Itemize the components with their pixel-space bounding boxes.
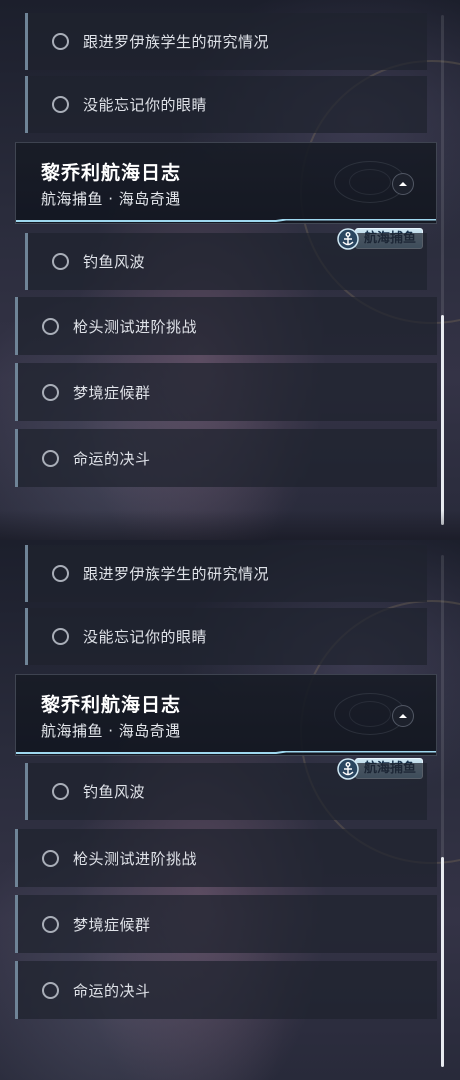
quest-label: 命运的决斗 [73, 981, 151, 1000]
topographic-decoration [349, 701, 391, 727]
chevron-up-icon[interactable] [392, 173, 414, 195]
radio-circle-icon [52, 96, 69, 113]
quest-item[interactable]: 命运的决斗 [15, 429, 437, 487]
radio-circle-icon [42, 449, 59, 467]
quest-item[interactable]: 没能忘记你的眼睛 [25, 608, 427, 665]
quest-panel-top: 跟进罗伊族学生的研究情况 没能忘记你的眼睛 黎乔利航海日志 航海捕鱼 · 海岛奇… [0, 0, 460, 540]
quest-label: 梦境症候群 [73, 915, 151, 934]
topographic-decoration [349, 169, 391, 195]
quest-label: 梦境症候群 [73, 383, 151, 402]
quest-label: 枪头测试进阶挑战 [73, 317, 198, 336]
quest-label: 钓鱼风波 [83, 253, 146, 271]
quest-panel-bottom: 跟进罗伊族学生的研究情况 没能忘记你的眼睛 黎乔利航海日志 航海捕鱼 · 海岛奇… [0, 540, 460, 1080]
anchor-icon [337, 227, 359, 250]
radio-circle-icon [42, 383, 59, 401]
radio-circle-icon [42, 849, 59, 867]
quest-item[interactable]: 跟进罗伊族学生的研究情况 [25, 545, 427, 602]
quest-group-title: 黎乔利航海日志 [41, 694, 182, 716]
anchor-icon [337, 757, 359, 780]
radio-circle-icon [52, 253, 69, 270]
quest-item[interactable]: 跟进罗伊族学生的研究情况 [25, 13, 427, 70]
radio-circle-icon [42, 915, 59, 933]
quest-item[interactable]: 钓鱼风波 [25, 763, 427, 820]
quest-item[interactable]: 枪头测试进阶挑战 [15, 297, 437, 355]
quest-label: 没能忘记你的眼睛 [83, 96, 208, 114]
radio-circle-icon [42, 317, 59, 335]
radio-circle-icon [52, 783, 69, 800]
accent-line [16, 751, 436, 754]
quest-item[interactable]: 梦境症候群 [15, 363, 437, 421]
accent-line [16, 219, 436, 222]
radio-circle-icon [52, 628, 69, 645]
radio-circle-icon [52, 565, 69, 582]
quest-label: 枪头测试进阶挑战 [73, 849, 198, 868]
quest-label: 跟进罗伊族学生的研究情况 [83, 565, 270, 583]
quest-label: 没能忘记你的眼睛 [83, 628, 208, 646]
scrollbar-thumb[interactable] [441, 857, 444, 1067]
quest-item[interactable]: 没能忘记你的眼睛 [25, 76, 427, 133]
quest-group-title: 黎乔利航海日志 [41, 162, 182, 184]
chevron-up-icon[interactable] [392, 705, 414, 727]
quest-label: 命运的决斗 [73, 449, 151, 468]
quest-item[interactable]: 钓鱼风波 [25, 233, 427, 290]
quest-label: 跟进罗伊族学生的研究情况 [83, 33, 270, 51]
quest-group-header[interactable]: 黎乔利航海日志 航海捕鱼 · 海岛奇遇 [15, 142, 437, 224]
quest-group-subtitle: 航海捕鱼 · 海岛奇遇 [41, 722, 181, 740]
radio-circle-icon [52, 33, 69, 50]
radio-circle-icon [42, 981, 59, 999]
scrollbar-thumb[interactable] [441, 315, 444, 525]
quest-item[interactable]: 命运的决斗 [15, 961, 437, 1019]
quest-label: 钓鱼风波 [83, 783, 146, 801]
quest-item[interactable]: 枪头测试进阶挑战 [15, 829, 437, 887]
quest-group-header[interactable]: 黎乔利航海日志 航海捕鱼 · 海岛奇遇 [15, 674, 437, 756]
quest-group-subtitle: 航海捕鱼 · 海岛奇遇 [41, 190, 181, 208]
quest-item[interactable]: 梦境症候群 [15, 895, 437, 953]
